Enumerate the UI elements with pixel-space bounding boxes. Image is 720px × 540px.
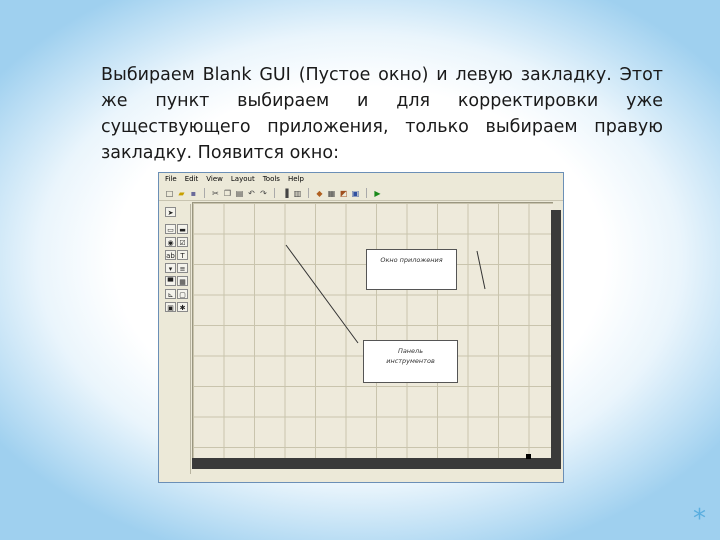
corner-decoration: * (693, 504, 706, 534)
callout-leader-lines (285, 244, 486, 344)
callout-window-text: Окно приложения (380, 256, 443, 264)
paragraph-text: Выбираем Blank GUI (Пустое окно) и левую… (101, 65, 663, 163)
leader-line-window (476, 250, 486, 290)
callout-toolbar-line2: инструментов (386, 357, 435, 365)
leader-line-toolbar (285, 244, 359, 344)
callout-toolbar-line1: Панель (397, 347, 424, 355)
guide-window: File Edit View Layout Tools Help □ ▰ ▪ ✂… (158, 172, 564, 483)
callout-toolbar-label: Панель инструментов (363, 340, 458, 383)
slide-paragraph: Выбираем Blank GUI (Пустое окно) и левую… (101, 62, 663, 166)
callout-window-label: Окно приложения (366, 249, 457, 290)
